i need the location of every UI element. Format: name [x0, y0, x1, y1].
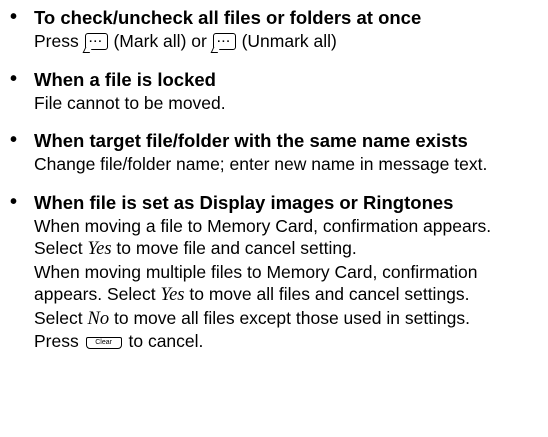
instruction-page: • To check/uncheck all files or folders …: [0, 0, 548, 437]
bullet: •: [10, 6, 18, 28]
bullet: •: [10, 67, 18, 90]
item-text: Press Clear to cancel.: [34, 331, 204, 351]
item-text: Select Yes to move file and cancel setti…: [34, 238, 357, 259]
item-file-locked: • When a file is locked File cannot to b…: [8, 68, 548, 115]
clear-key-icon: Clear: [85, 337, 122, 349]
item-heading: To check/uncheck all files or folders at…: [34, 7, 422, 28]
bullet: •: [10, 129, 18, 151]
item-text: Change file/folder name; enter new name …: [34, 154, 488, 174]
yes-option-text: Yes: [87, 239, 112, 259]
menu-softkey-icon: ···: [210, 33, 236, 53]
yes-option-text: Yes: [160, 285, 185, 305]
item-same-name: • When target file/folder with the same …: [8, 129, 548, 176]
item-mark-all: • To check/uncheck all files or folders …: [8, 6, 548, 53]
item-display-ringtones: • When file is set as Display images or …: [8, 191, 548, 353]
item-text: File cannot to be moved.: [34, 92, 226, 113]
item-heading: When a file is locked: [34, 68, 216, 90]
item-text: When moving a file to Memory Card, confi…: [34, 215, 492, 236]
item-text: Select No to move all files except those…: [34, 307, 471, 329]
item-text: When moving multiple files to Memory Car…: [34, 261, 478, 282]
bullet: •: [10, 190, 18, 213]
item-heading: When target file/folder with the same na…: [34, 130, 468, 151]
item-text: Press ··· (Mark all) or ··· (Unmark all): [34, 31, 337, 53]
item-heading: When file is set as Display images or Ri…: [34, 191, 454, 213]
no-option-text: No: [87, 308, 110, 329]
menu-softkey-icon: ···: [82, 33, 108, 53]
item-text: appears. Select Yes to move all files an…: [34, 284, 470, 305]
